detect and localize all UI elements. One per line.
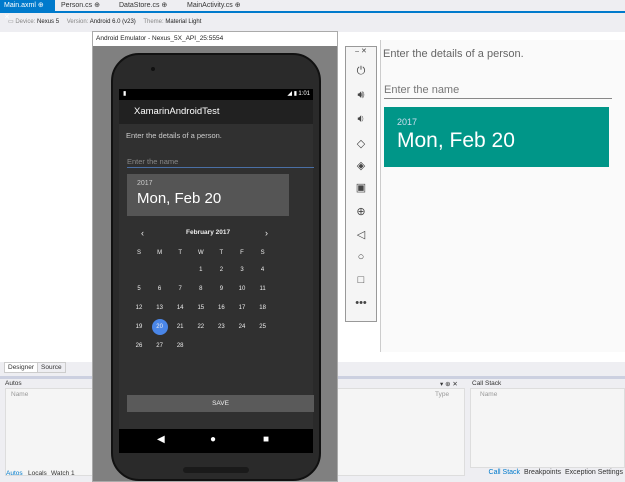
weekday-label: T xyxy=(219,250,224,256)
calendar-day[interactable]: 8 xyxy=(193,281,209,297)
tab-breakpoints[interactable]: Breakpoints xyxy=(524,469,561,476)
device-icon: ▭ xyxy=(8,19,14,25)
calendar-day[interactable]: 28 xyxy=(172,338,188,354)
calendar-day[interactable]: 22 xyxy=(193,319,209,335)
calendar-day[interactable]: 26 xyxy=(131,338,147,354)
tab-mainactivity-cs[interactable]: MainActivity.cs ⊕ xyxy=(183,0,245,12)
designer-toolbar: ▭ Device: Nexus 5 Version: Android 6.0 (… xyxy=(8,19,202,25)
status-bar: ▮ ◢ ▮ 1:01 xyxy=(119,89,313,100)
document-tabs: Main.axml ⊕ ✕ Person.cs ⊕ DataStore.cs ⊕… xyxy=(0,0,625,21)
rotate-left-icon[interactable]: ◇ xyxy=(346,137,376,150)
version-select[interactable]: Android 6.0 (v23) xyxy=(90,19,136,25)
calendar-day[interactable]: 25 xyxy=(255,319,271,335)
calendar-day[interactable]: 23 xyxy=(213,319,229,335)
calendar-day[interactable]: 5 xyxy=(131,281,147,297)
calendar-day[interactable]: 2 xyxy=(213,262,229,278)
tab-designer[interactable]: Designer xyxy=(4,362,39,373)
power-icon[interactable]: ⏻ xyxy=(346,65,376,78)
back-icon[interactable]: ◁ xyxy=(346,228,376,241)
calendar-day[interactable]: 3 xyxy=(234,262,250,278)
rotate-right-icon[interactable]: ◈ xyxy=(346,159,376,172)
sd-card-icon: ▮ xyxy=(123,91,127,97)
nav-bar: ◀ ● ■ xyxy=(119,429,313,453)
tab-locals[interactable]: Locals xyxy=(28,470,47,477)
calendar-day[interactable]: 19 xyxy=(131,319,147,335)
preview-name-input[interactable]: Enter the name xyxy=(384,84,612,99)
calendar-day[interactable]: 15 xyxy=(193,300,209,316)
nav-recents-icon[interactable]: ■ xyxy=(263,434,269,445)
weekday-label: S xyxy=(136,250,141,256)
tab-callstack[interactable]: Call Stack xyxy=(489,469,521,476)
minimize-close-icons[interactable]: – ✕ xyxy=(346,47,376,55)
callstack-tabs: Call Stack Breakpoints Exception Setting… xyxy=(489,469,623,476)
calendar-day-selected[interactable]: 20 xyxy=(151,319,168,335)
phone-screen: ▮ ◢ ▮ 1:01 XamarinAndroidTest Enter the … xyxy=(119,89,314,429)
zoom-icon[interactable]: ⊕ xyxy=(346,205,376,218)
home-icon[interactable]: ○ xyxy=(346,251,376,263)
more-icon[interactable]: ••• xyxy=(346,297,376,309)
emulator-window: Android Emulator - Nexus_5X_API_25:5554 … xyxy=(92,31,338,482)
theme-select[interactable]: Material Light xyxy=(165,19,201,25)
month-label: February 2017 xyxy=(186,229,231,236)
callstack-title: Call Stack xyxy=(472,380,502,387)
weekday-label: F xyxy=(240,250,244,256)
autos-title: Autos xyxy=(5,380,22,387)
weekday-label: S xyxy=(260,250,265,256)
layout-preview: Enter the details of a person. Enter the… xyxy=(380,40,625,352)
camera-icon[interactable]: ▣ xyxy=(346,181,376,194)
prompt-text: Enter the details of a person. xyxy=(126,131,222,140)
calendar-day[interactable]: 12 xyxy=(131,300,147,316)
calendar-day[interactable]: 18 xyxy=(255,300,271,316)
calendar-day[interactable]: 24 xyxy=(234,319,250,335)
weekday-label: M xyxy=(157,250,163,256)
calendar-day[interactable]: 17 xyxy=(234,300,250,316)
callstack-grid xyxy=(470,388,625,468)
nav-back-icon[interactable]: ◀ xyxy=(157,434,165,445)
col-name: Name xyxy=(11,391,29,398)
calendar-day[interactable]: 11 xyxy=(255,281,271,297)
calendar-day[interactable]: 10 xyxy=(234,281,250,297)
weekday-label: W xyxy=(197,250,204,256)
emulator-toolbar: – ✕ ⏻ 🔊︎ 🔉︎ ◇ ◈ ▣ ⊕ ◁ ○ □ ••• xyxy=(345,46,377,322)
calendar-day[interactable]: 16 xyxy=(213,300,229,316)
preview-prompt: Enter the details of a person. xyxy=(383,48,524,60)
tab-datastore-cs[interactable]: DataStore.cs ⊕ xyxy=(115,0,171,12)
calendar-day[interactable]: 4 xyxy=(255,262,271,278)
tab-autos[interactable]: Autos xyxy=(6,470,23,477)
calendar-day[interactable]: 13 xyxy=(152,300,168,316)
next-month-button[interactable]: › xyxy=(265,228,268,238)
calendar-day[interactable]: 6 xyxy=(152,281,168,297)
preview-date-header: 2017 Mon, Feb 20 xyxy=(384,107,609,167)
tab-person-cs[interactable]: Person.cs ⊕ xyxy=(57,0,104,12)
calendar-day[interactable]: 21 xyxy=(172,319,188,335)
calendar-day[interactable]: 1 xyxy=(193,262,209,278)
volume-up-icon[interactable]: 🔊︎ xyxy=(346,89,376,102)
camera-dot xyxy=(151,67,155,71)
app-bar-title: XamarinAndroidTest xyxy=(119,100,313,124)
speaker-grille xyxy=(183,467,249,473)
cs-col-name: Name xyxy=(480,391,498,398)
calendar-day[interactable]: 7 xyxy=(172,281,188,297)
pin-close-icons[interactable]: ▾ ⊕ ✕ xyxy=(440,380,458,388)
save-button[interactable]: SAVE xyxy=(127,395,314,412)
tab-main-axml[interactable]: Main.axml ⊕ ✕ xyxy=(0,0,55,21)
emulator-title: Android Emulator - Nexus_5X_API_25:5554 xyxy=(93,32,337,46)
nav-home-icon[interactable]: ● xyxy=(210,434,216,445)
device-select[interactable]: Nexus 5 xyxy=(37,19,59,25)
date-header: 2017 Mon, Feb 20 xyxy=(127,174,289,216)
prev-month-button[interactable]: ‹ xyxy=(141,228,144,238)
tab-watch1[interactable]: Watch 1 xyxy=(51,470,75,477)
volume-down-icon[interactable]: 🔉︎ xyxy=(346,113,376,126)
phone-frame: ▮ ◢ ▮ 1:01 XamarinAndroidTest Enter the … xyxy=(111,53,321,481)
tab-exception-settings[interactable]: Exception Settings xyxy=(565,469,623,476)
name-input[interactable]: Enter the name xyxy=(127,157,314,168)
weekday-label: T xyxy=(178,250,183,256)
signal-battery-icon: ◢ ▮ xyxy=(287,91,297,97)
calendar-day[interactable]: 14 xyxy=(172,300,188,316)
overview-icon[interactable]: □ xyxy=(346,274,376,286)
col-type: Type xyxy=(435,391,450,398)
calendar-day[interactable]: 27 xyxy=(152,338,168,354)
calendar-day[interactable]: 9 xyxy=(213,281,229,297)
tab-source[interactable]: Source xyxy=(37,362,66,373)
